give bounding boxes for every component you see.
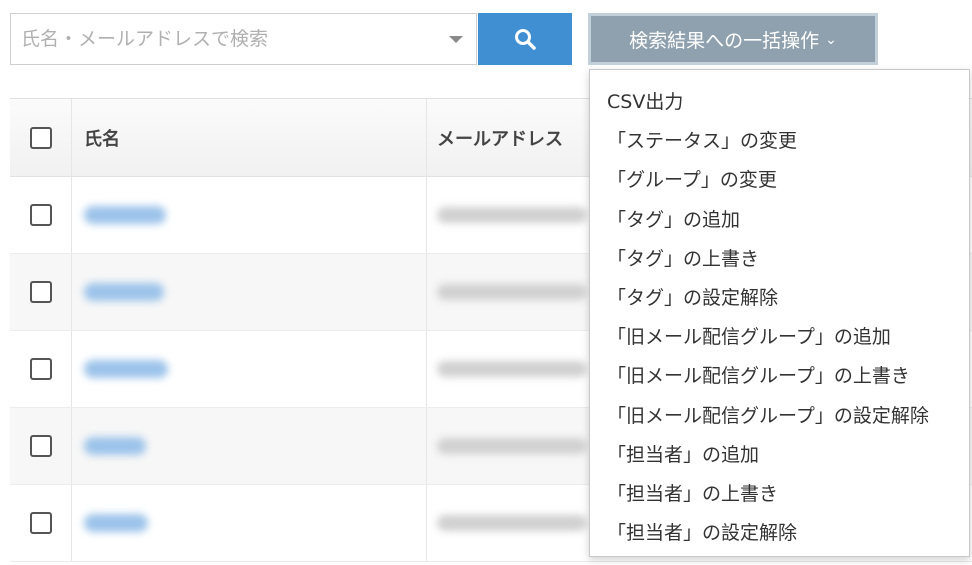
contact-email <box>437 361 587 377</box>
menu-item-add-tag[interactable]: 「タグ」の追加 <box>607 199 969 238</box>
search-dropdown-toggle[interactable] <box>436 14 476 64</box>
row-checkbox[interactable] <box>29 281 52 303</box>
menu-item-add-assignee[interactable]: 「担当者」の追加 <box>607 434 969 473</box>
contact-name-link[interactable] <box>84 360 168 378</box>
bulk-action-menu: CSV出力 「ステータス」の変更 「グループ」の変更 「タグ」の追加 「タグ」の… <box>589 69 970 557</box>
menu-item-overwrite-tag[interactable]: 「タグ」の上書き <box>607 238 969 277</box>
bulk-action-button[interactable]: 検索結果への一括操作 ⌄ <box>588 13 878 65</box>
select-all-checkbox[interactable] <box>29 126 52 149</box>
row-checkbox[interactable] <box>29 435 52 457</box>
row-check-cell <box>10 254 72 330</box>
contact-name-link[interactable] <box>84 206 166 224</box>
menu-item-remove-tag[interactable]: 「タグ」の設定解除 <box>607 277 969 316</box>
contact-name-link[interactable] <box>84 437 146 455</box>
menu-item-change-group[interactable]: 「グループ」の変更 <box>607 159 969 198</box>
name-cell <box>72 177 427 253</box>
page-root: 検索結果への一括操作 ⌄ 氏名 メールアドレス <box>0 0 972 565</box>
contact-email <box>437 284 587 300</box>
contact-email <box>437 207 587 223</box>
row-checkbox[interactable] <box>29 204 52 226</box>
menu-item-overwrite-legacy-mail-group[interactable]: 「旧メール配信グループ」の上書き <box>607 355 969 394</box>
row-check-cell <box>10 485 72 561</box>
caret-down-icon <box>449 35 463 43</box>
row-checkbox[interactable] <box>29 512 52 534</box>
row-check-cell <box>10 331 72 407</box>
contact-email <box>437 438 587 454</box>
menu-item-remove-legacy-mail-group[interactable]: 「旧メール配信グループ」の設定解除 <box>607 395 969 434</box>
search-box <box>10 13 477 65</box>
row-check-cell <box>10 177 72 253</box>
name-cell <box>72 331 427 407</box>
name-cell <box>72 408 427 484</box>
search-input[interactable] <box>11 14 436 64</box>
name-cell <box>72 485 427 561</box>
column-header-name[interactable]: 氏名 <box>72 99 427 176</box>
row-checkbox[interactable] <box>29 358 52 380</box>
chevron-down-icon: ⌄ <box>825 32 837 48</box>
menu-item-remove-assignee[interactable]: 「担当者」の設定解除 <box>607 512 969 551</box>
search-button[interactable] <box>478 13 572 65</box>
menu-item-csv-export[interactable]: CSV出力 <box>607 81 969 120</box>
row-check-cell <box>10 408 72 484</box>
bulk-action-label: 検索結果への一括操作 <box>629 29 820 52</box>
menu-item-add-legacy-mail-group[interactable]: 「旧メール配信グループ」の追加 <box>607 316 969 355</box>
menu-item-overwrite-assignee[interactable]: 「担当者」の上書き <box>607 473 969 512</box>
header-check-cell <box>10 99 72 176</box>
contact-name-link[interactable] <box>84 283 164 301</box>
menu-item-change-status[interactable]: 「ステータス」の変更 <box>607 120 969 159</box>
contact-email <box>437 515 587 531</box>
name-cell <box>72 254 427 330</box>
contact-name-link[interactable] <box>84 514 148 532</box>
search-icon <box>515 29 536 50</box>
